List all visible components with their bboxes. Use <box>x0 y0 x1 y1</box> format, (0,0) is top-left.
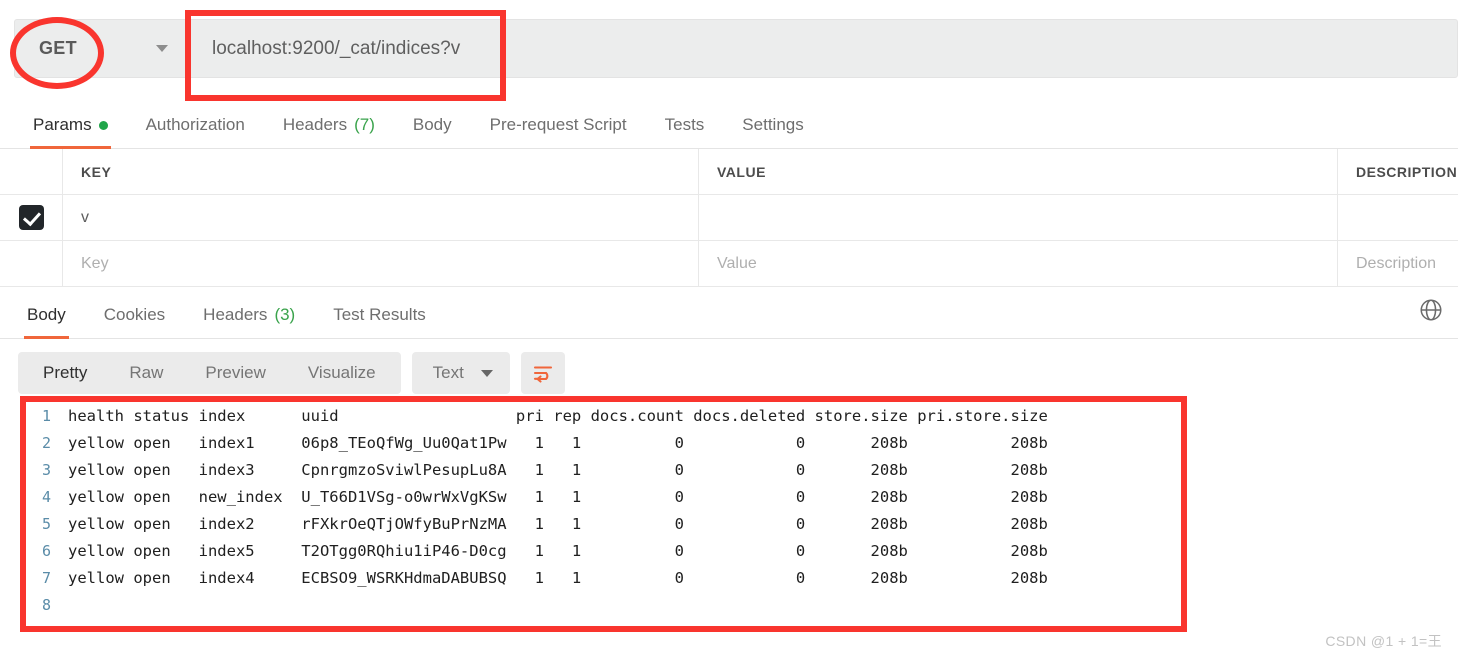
code-line: 6 yellow open index5 T2OTgg0RQhiu1iP46-D… <box>26 537 1181 564</box>
code-line: 4 yellow open new_index U_T66D1VSg-o0wrW… <box>26 483 1181 510</box>
chevron-down-icon <box>156 45 168 52</box>
line-text: yellow open index5 T2OTgg0RQhiu1iP46-D0c… <box>68 541 1048 560</box>
code-line: 1 health status index uuid pri rep docs.… <box>26 402 1181 429</box>
line-text: yellow open index4 ECBSO9_WSRKHdmaDABUBS… <box>68 568 1048 587</box>
query-params-table: KEY VALUE DESCRIPTION v Key Value Descri… <box>0 149 1458 287</box>
line-number: 6 <box>41 541 51 560</box>
code-line: 2 yellow open index1 06p8_TEoQfWg_Uu0Qat… <box>26 429 1181 456</box>
line-number: 2 <box>41 433 51 452</box>
tab-settings[interactable]: Settings <box>723 102 822 148</box>
new-row-checkbox-cell <box>0 241 63 286</box>
globe-icon[interactable] <box>1418 297 1444 328</box>
param-value-input[interactable] <box>699 195 1338 240</box>
params-header-key: KEY <box>63 149 699 194</box>
response-tab-headers-label: Headers <box>203 305 268 324</box>
params-modified-dot-icon <box>98 120 108 130</box>
response-view-raw[interactable]: Raw <box>108 352 184 394</box>
tab-headers-label: Headers <box>282 115 348 134</box>
params-header-row: KEY VALUE DESCRIPTION <box>0 149 1458 195</box>
code-line: 8 <box>26 591 1181 618</box>
response-view-visualize[interactable]: Visualize <box>287 352 397 394</box>
param-row-checkbox-cell <box>0 195 63 240</box>
line-number: 5 <box>41 514 51 533</box>
response-tab-test-results[interactable]: Test Results <box>314 292 445 338</box>
params-header-description: DESCRIPTION <box>1356 163 1458 180</box>
request-url-input[interactable] <box>187 20 1457 77</box>
url-bar-inner: GET <box>14 19 1458 78</box>
tab-tests-label: Tests <box>664 115 705 134</box>
code-line: 7 yellow open index4 ECBSO9_WSRKHdmaDABU… <box>26 564 1181 591</box>
response-tab-headers[interactable]: Headers (3) <box>184 292 314 338</box>
response-body-code[interactable]: 1 health status index uuid pri rep docs.… <box>26 402 1181 626</box>
response-tab-test-results-label: Test Results <box>333 305 426 324</box>
line-number: 8 <box>41 595 51 614</box>
response-view-toolbar: Pretty Raw Preview Visualize Text <box>18 352 565 394</box>
new-param-description-input[interactable]: Description <box>1338 241 1458 286</box>
http-method-label: GET <box>39 38 77 58</box>
chevron-down-icon <box>480 369 493 377</box>
response-tab-headers-count: (3) <box>274 305 296 324</box>
response-tab-bar: Body Cookies Headers (3) Test Results <box>0 289 1458 339</box>
table-row[interactable]: v <box>0 195 1458 241</box>
request-url-bar: GET <box>0 0 1458 97</box>
tab-settings-label: Settings <box>742 115 804 134</box>
line-number: 7 <box>41 568 51 587</box>
tab-params-label: Params <box>33 115 92 134</box>
tab-body-label: Body <box>412 115 452 134</box>
tab-authorization-label: Authorization <box>145 115 245 134</box>
response-view-switcher: Pretty Raw Preview Visualize <box>18 352 401 394</box>
tab-headers-count: (7) <box>354 115 375 134</box>
tab-body[interactable]: Body <box>394 102 471 148</box>
response-view-pretty[interactable]: Pretty <box>22 352 108 394</box>
request-tab-bar: Params Authorization Headers (7) Body Pr… <box>0 97 1458 149</box>
response-tab-body[interactable]: Body <box>8 292 85 339</box>
param-key-input[interactable]: v <box>63 195 699 240</box>
word-wrap-icon[interactable] <box>520 352 565 394</box>
response-tab-body-label: Body <box>27 305 66 324</box>
line-text: yellow open index2 rFXkrOeQTjOWfyBuPrNzM… <box>68 514 1048 533</box>
tab-pre-request-script[interactable]: Pre-request Script <box>471 102 646 148</box>
code-line: 5 yellow open index2 rFXkrOeQTjOWfyBuPrN… <box>26 510 1181 537</box>
params-header-checkbox-cell <box>0 149 63 194</box>
param-enabled-checkbox[interactable] <box>18 205 44 230</box>
response-tab-cookies-label: Cookies <box>103 305 166 324</box>
line-number: 1 <box>41 406 51 425</box>
tab-authorization[interactable]: Authorization <box>127 102 264 148</box>
param-description-input[interactable] <box>1338 195 1458 240</box>
response-tab-cookies[interactable]: Cookies <box>85 292 184 338</box>
response-view-preview[interactable]: Preview <box>184 352 286 394</box>
line-text: yellow open new_index U_T66D1VSg-o0wrWxV… <box>68 487 1048 506</box>
tab-params[interactable]: Params <box>14 102 127 149</box>
tab-tests[interactable]: Tests <box>646 102 724 148</box>
response-format-select[interactable]: Text <box>411 352 510 394</box>
tab-pre-request-script-label: Pre-request Script <box>489 115 627 134</box>
line-number: 4 <box>41 487 51 506</box>
params-new-row[interactable]: Key Value Description <box>0 241 1458 287</box>
new-param-key-input[interactable]: Key <box>63 241 699 286</box>
params-header-value: VALUE <box>699 149 1338 194</box>
watermark: CSDN @1 + 1=王 <box>1325 633 1442 649</box>
postman-window: GET Params Authorization Headers (7) Bod… <box>0 0 1458 656</box>
line-number: 3 <box>41 460 51 479</box>
http-method-select[interactable]: GET <box>15 20 187 77</box>
new-param-value-input[interactable]: Value <box>699 241 1338 286</box>
line-text: yellow open index3 CpnrgmzoSviwlPesupLu8… <box>68 460 1048 479</box>
tab-headers[interactable]: Headers (7) <box>264 102 394 148</box>
line-text: yellow open index1 06p8_TEoQfWg_Uu0Qat1P… <box>68 433 1048 452</box>
code-line: 3 yellow open index3 CpnrgmzoSviwlPesupL… <box>26 456 1181 483</box>
line-text: health status index uuid pri rep docs.co… <box>68 406 1048 425</box>
response-format-label: Text <box>432 363 464 382</box>
